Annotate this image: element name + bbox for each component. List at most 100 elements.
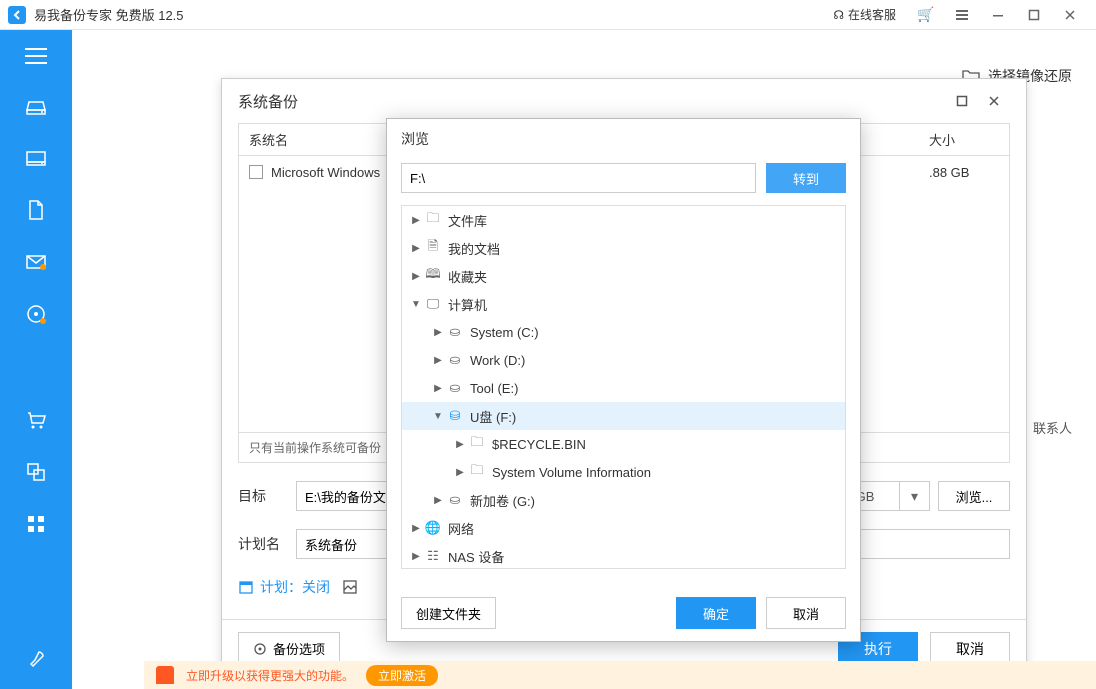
sidebar-settings-icon[interactable] <box>8 637 64 681</box>
tree-label: $RECYCLE.BIN <box>492 437 586 452</box>
contact-label: 联系人 <box>1033 418 1072 437</box>
headset-icon: ☊ <box>833 8 844 22</box>
minimize-button[interactable] <box>980 1 1016 29</box>
row-size-value: .88 GB <box>919 165 1009 180</box>
target-label: 目标 <box>238 486 296 506</box>
browse-cancel-button[interactable]: 取消 <box>766 597 846 629</box>
browse-button[interactable]: 浏览... <box>938 481 1010 511</box>
sidebar-mail-backup-icon[interactable] <box>8 240 64 284</box>
online-support-link[interactable]: ☊ 在线客服 <box>833 6 896 23</box>
tree-label: System Volume Information <box>492 465 651 480</box>
col-size: 大小 <box>919 130 1009 149</box>
ok-button[interactable]: 确定 <box>676 597 756 629</box>
nas-icon: ☷ <box>424 548 442 564</box>
tree-label: System (C:) <box>470 325 539 340</box>
tree-item-drive-f[interactable]: ▼ ⛁ U盘 (F:) <box>402 402 845 430</box>
drive-icon: ⛀ <box>446 324 464 340</box>
dialog1-title-text: 系统备份 <box>238 91 298 112</box>
drive-icon: ⛀ <box>446 352 464 368</box>
row-system-name: Microsoft Windows <box>271 165 380 180</box>
tree-item-library[interactable]: ▶ 🗀 文件库 <box>402 206 845 234</box>
bookmark-icon: 🕮 <box>424 265 442 287</box>
tree-label: 新加卷 (G:) <box>470 491 535 510</box>
tree-label: Tool (E:) <box>470 381 518 396</box>
tree-item-drive-g[interactable]: ▶ ⛀ 新加卷 (G:) <box>402 486 845 514</box>
hamburger-icon[interactable] <box>8 36 64 76</box>
tree-item-computer[interactable]: ▼ 🖵 计算机 <box>402 290 845 318</box>
tree-item-network[interactable]: ▶ 🌐 网络 <box>402 514 845 542</box>
windows-icon <box>249 165 263 179</box>
library-icon: 🗀 <box>424 209 442 231</box>
tree-label: 计算机 <box>448 295 487 314</box>
app-logo-icon <box>8 6 26 24</box>
browse-dialog-footer: 创建文件夹 确定 取消 <box>387 585 860 641</box>
main-area: 选择镜像还原 联系人 系统备份 系统名 大小 <box>0 30 1096 689</box>
computer-icon: 🖵 <box>424 296 442 312</box>
schedule-link[interactable]: 计划：关闭 <box>238 577 330 597</box>
tree-item-drive-d[interactable]: ▶ ⛀ Work (D:) <box>402 346 845 374</box>
tree-label: Work (D:) <box>470 353 525 368</box>
dialog1-close-button[interactable] <box>978 85 1010 117</box>
tree-label: 收藏夹 <box>448 267 487 286</box>
chevron-down-icon: ▼ <box>430 411 446 422</box>
tree-label: NAS 设备 <box>448 547 504 566</box>
sidebar-tools-icon[interactable] <box>8 502 64 546</box>
activate-button[interactable]: 立即激活 <box>366 665 438 686</box>
tree-item-documents[interactable]: ▶ 🗎 我的文档 <box>402 234 845 262</box>
chevron-right-icon: ▶ <box>430 383 446 394</box>
path-input[interactable] <box>401 163 756 193</box>
close-button[interactable] <box>1052 1 1088 29</box>
sidebar-system-backup-icon[interactable] <box>8 136 64 180</box>
browse-dialog-title: 浏览 <box>387 119 860 159</box>
schedule-label: 计划：关闭 <box>260 577 330 597</box>
maximize-button[interactable] <box>1016 1 1052 29</box>
image-icon <box>342 579 358 595</box>
col-system-name: 系统名 <box>239 130 359 149</box>
tree-item-nas[interactable]: ▶ ☷ NAS 设备 <box>402 542 845 569</box>
chevron-right-icon: ▶ <box>452 439 468 450</box>
chevron-right-icon: ▶ <box>430 327 446 338</box>
chevron-right-icon: ▶ <box>408 551 424 562</box>
dialog1-maximize-button[interactable] <box>946 85 978 117</box>
dialog1-titlebar: 系统备份 <box>222 79 1026 123</box>
sidebar-cart-icon[interactable] <box>8 398 64 442</box>
sidebar-disk-backup-icon[interactable] <box>8 84 64 128</box>
app-title: 易我备份专家 免费版 12.5 <box>34 5 184 24</box>
usb-drive-icon: ⛁ <box>446 408 464 424</box>
drive-icon: ⛀ <box>446 492 464 508</box>
folder-tree: ▶ 🗀 文件库 ▶ 🗎 我的文档 ▶ 🕮 收藏夹 ▼ 🖵 计算机 <box>401 205 846 569</box>
chevron-down-icon: ▼ <box>408 299 424 310</box>
goto-button[interactable]: 转到 <box>766 163 846 193</box>
tree-label: 网络 <box>448 519 474 538</box>
folder-icon: 🗀 <box>468 461 486 483</box>
cart-icon[interactable]: 🛒 <box>908 1 944 29</box>
tree-item-recycle[interactable]: ▶ 🗀 $RECYCLE.BIN <box>402 430 845 458</box>
tree-item-drive-c[interactable]: ▶ ⛀ System (C:) <box>402 318 845 346</box>
shopping-bag-icon <box>156 666 174 684</box>
target-dropdown-button[interactable]: ▾ <box>900 481 930 511</box>
tree-item-drive-e[interactable]: ▶ ⛀ Tool (E:) <box>402 374 845 402</box>
promo-text: 立即升级以获得更强大的功能。 <box>186 667 354 684</box>
titlebar: 易我备份专家 免费版 12.5 ☊ 在线客服 🛒 <box>0 0 1096 30</box>
sidebar-smart-backup-icon[interactable] <box>8 292 64 336</box>
online-support-label: 在线客服 <box>848 6 896 23</box>
tree-label: 文件库 <box>448 211 487 230</box>
sidebar-file-backup-icon[interactable] <box>8 188 64 232</box>
menu-more-icon[interactable] <box>944 1 980 29</box>
tree-item-favorites[interactable]: ▶ 🕮 收藏夹 <box>402 262 845 290</box>
chevron-right-icon: ▶ <box>430 495 446 506</box>
image-reserve-link[interactable] <box>342 579 358 595</box>
sidebar <box>0 30 72 689</box>
gear-icon <box>253 642 267 656</box>
sidebar-clone-icon[interactable] <box>8 450 64 494</box>
chevron-right-icon: ▶ <box>408 243 424 254</box>
chevron-right-icon: ▶ <box>408 271 424 282</box>
promo-bar: 立即升级以获得更强大的功能。 立即激活 <box>144 661 1096 689</box>
create-folder-button[interactable]: 创建文件夹 <box>401 597 496 629</box>
browse-dialog: 浏览 转到 ▶ 🗀 文件库 ▶ 🗎 我的文档 ▶ 🕮 <box>386 118 861 642</box>
document-icon: 🗎 <box>424 237 442 259</box>
tree-item-svi[interactable]: ▶ 🗀 System Volume Information <box>402 458 845 486</box>
tree-label: U盘 (F:) <box>470 407 516 426</box>
content-area: 选择镜像还原 联系人 系统备份 系统名 大小 <box>72 30 1096 689</box>
plan-name-label: 计划名 <box>238 534 296 554</box>
